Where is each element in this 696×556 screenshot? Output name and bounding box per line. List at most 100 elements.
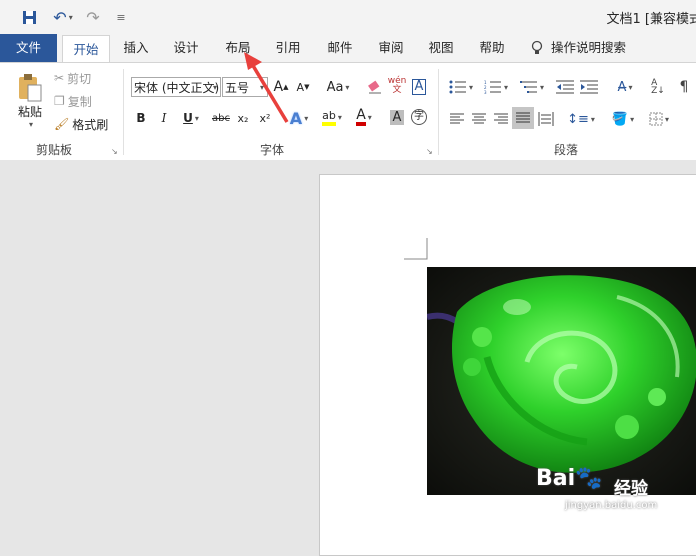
clipboard-group-label: 剪贴板 bbox=[36, 143, 73, 157]
paste-label: 粘贴 bbox=[17, 105, 42, 119]
tab-home[interactable]: 开始 bbox=[62, 35, 110, 64]
enclose-characters-icon: 字 bbox=[411, 109, 427, 125]
character-shading-button[interactable]: A bbox=[388, 107, 406, 127]
chinese-layout-icon: A̶ bbox=[617, 79, 627, 95]
italic-button[interactable]: I bbox=[157, 107, 171, 129]
undo-icon: ↶ bbox=[53, 7, 67, 27]
multilevel-list-button[interactable]: ▾ bbox=[516, 77, 548, 97]
paste-button[interactable]: 粘贴 ▾ bbox=[12, 71, 48, 131]
change-case-label: Aa bbox=[326, 79, 344, 95]
justify-icon bbox=[516, 112, 530, 123]
align-left-icon bbox=[450, 113, 464, 124]
paste-icon bbox=[19, 74, 42, 102]
numbering-button[interactable]: 123 ▾ bbox=[481, 77, 511, 97]
jade-pendant-photo bbox=[427, 267, 696, 495]
cut-label: 剪切 bbox=[67, 71, 92, 86]
shading-button[interactable]: 🪣 ▾ bbox=[608, 109, 638, 129]
bullets-icon bbox=[449, 80, 466, 94]
paintbrush-icon: 🖌 bbox=[54, 117, 70, 131]
customize-qat-button[interactable]: ≡ bbox=[114, 8, 128, 26]
borders-button[interactable]: ▾ bbox=[644, 109, 674, 129]
character-border-icon: A bbox=[411, 79, 427, 95]
group-divider bbox=[123, 69, 124, 155]
enclose-characters-button[interactable]: 字 bbox=[410, 107, 428, 127]
paw-icon: 🐾 bbox=[575, 466, 603, 491]
redo-icon: ↷ bbox=[86, 7, 100, 27]
distributed-button[interactable] bbox=[536, 109, 556, 129]
margin-corner-marker bbox=[404, 238, 428, 260]
change-case-button[interactable]: Aa ▾ bbox=[323, 77, 353, 97]
save-icon bbox=[22, 10, 36, 24]
copy-icon: ❐ bbox=[54, 94, 65, 108]
paint-bucket-icon: 🪣 bbox=[611, 111, 629, 127]
highlight-button[interactable]: ab ▾ bbox=[318, 105, 346, 129]
phonetic-guide-button[interactable]: wén 文 bbox=[387, 75, 407, 97]
tab-mailings[interactable]: 邮件 bbox=[320, 34, 360, 62]
paragraph-group-label: 段落 bbox=[554, 143, 579, 157]
svg-text:3: 3 bbox=[484, 90, 487, 94]
justify-button[interactable] bbox=[512, 107, 534, 129]
bold-button[interactable]: B bbox=[134, 107, 148, 129]
bullets-button[interactable]: ▾ bbox=[446, 77, 476, 97]
red-arrow-annotation bbox=[244, 52, 289, 123]
customize-icon: ≡ bbox=[116, 10, 126, 24]
copy-button[interactable]: ❐ 复制 bbox=[54, 92, 92, 110]
chevron-down-icon: ▾ bbox=[212, 83, 217, 92]
align-left-button[interactable] bbox=[447, 109, 467, 129]
font-group-label: 字体 bbox=[260, 143, 285, 157]
scissors-icon: ✂ bbox=[54, 71, 65, 85]
increase-indent-icon bbox=[580, 80, 598, 94]
underline-label: U bbox=[183, 111, 193, 125]
clipboard-launcher-icon[interactable]: ↘ bbox=[111, 147, 118, 156]
line-spacing-icon: ↕≡ bbox=[567, 111, 589, 127]
tab-file[interactable]: 文件 bbox=[0, 34, 57, 62]
tab-design[interactable]: 设计 bbox=[166, 34, 206, 62]
ribbon-tabs: 文件 开始 插入 设计 布局 引用 邮件 审阅 视图 帮助 操作说明搜索 bbox=[0, 34, 696, 64]
decrease-indent-button[interactable] bbox=[555, 77, 575, 97]
undo-button[interactable]: ↶ ▾ bbox=[49, 7, 77, 27]
sort-button[interactable]: A Z↓ bbox=[648, 77, 668, 97]
eraser-icon bbox=[368, 80, 381, 94]
jade-pendant-image[interactable] bbox=[427, 267, 696, 495]
distributed-icon bbox=[538, 112, 554, 126]
decrease-indent-icon bbox=[556, 80, 574, 94]
tab-view[interactable]: 视图 bbox=[421, 34, 461, 62]
clear-format-button[interactable] bbox=[366, 77, 384, 97]
lightbulb-icon bbox=[531, 40, 543, 54]
font-color-icon: A bbox=[356, 108, 366, 126]
tab-help[interactable]: 帮助 bbox=[472, 34, 512, 62]
character-border-button[interactable]: A bbox=[410, 77, 428, 97]
sort-icon: A Z↓ bbox=[651, 78, 665, 96]
show-marks-button[interactable]: ¶ bbox=[674, 77, 694, 97]
watermark-site: jingyan.baidu.com bbox=[565, 500, 658, 511]
font-family-select[interactable]: 宋体 (中文正文) ▾ bbox=[131, 77, 221, 97]
align-center-icon bbox=[472, 113, 486, 124]
increase-indent-button[interactable] bbox=[579, 77, 599, 97]
font-launcher-icon[interactable]: ↘ bbox=[426, 147, 433, 156]
pilcrow-icon: ¶ bbox=[679, 79, 689, 95]
copy-label: 复制 bbox=[67, 94, 92, 109]
tell-me-search[interactable]: 操作说明搜索 bbox=[531, 34, 641, 62]
numbering-icon: 123 bbox=[484, 80, 501, 94]
align-right-icon bbox=[494, 113, 508, 124]
format-painter-button[interactable]: 🖌 格式刷 bbox=[54, 115, 108, 133]
strikethrough-button[interactable]: abc bbox=[211, 107, 231, 129]
align-right-button[interactable] bbox=[491, 109, 511, 129]
highlighter-icon: ab bbox=[322, 109, 336, 126]
underline-button[interactable]: U ▾ bbox=[177, 107, 205, 129]
align-center-button[interactable] bbox=[469, 109, 489, 129]
document-title: 文档1 [兼容模式 bbox=[606, 12, 696, 27]
cut-button[interactable]: ✂ 剪切 bbox=[54, 69, 91, 87]
chinese-layout-button[interactable]: A̶ ▾ bbox=[610, 77, 640, 97]
font-color-button[interactable]: A ▾ bbox=[350, 105, 378, 129]
font-family-value: 宋体 (中文正文) bbox=[134, 81, 220, 95]
redo-button[interactable]: ↷ bbox=[84, 7, 102, 27]
tell-me-label: 操作说明搜索 bbox=[551, 40, 627, 55]
tab-review[interactable]: 审阅 bbox=[371, 34, 411, 62]
format-painter-label: 格式刷 bbox=[72, 117, 109, 132]
watermark-brand: Bai🐾 bbox=[536, 466, 603, 491]
save-button[interactable] bbox=[20, 8, 38, 26]
line-spacing-button[interactable]: ↕≡ ▾ bbox=[566, 109, 596, 129]
tab-insert[interactable]: 插入 bbox=[116, 34, 156, 62]
phonetic-guide-icon: wén 文 bbox=[387, 76, 407, 95]
